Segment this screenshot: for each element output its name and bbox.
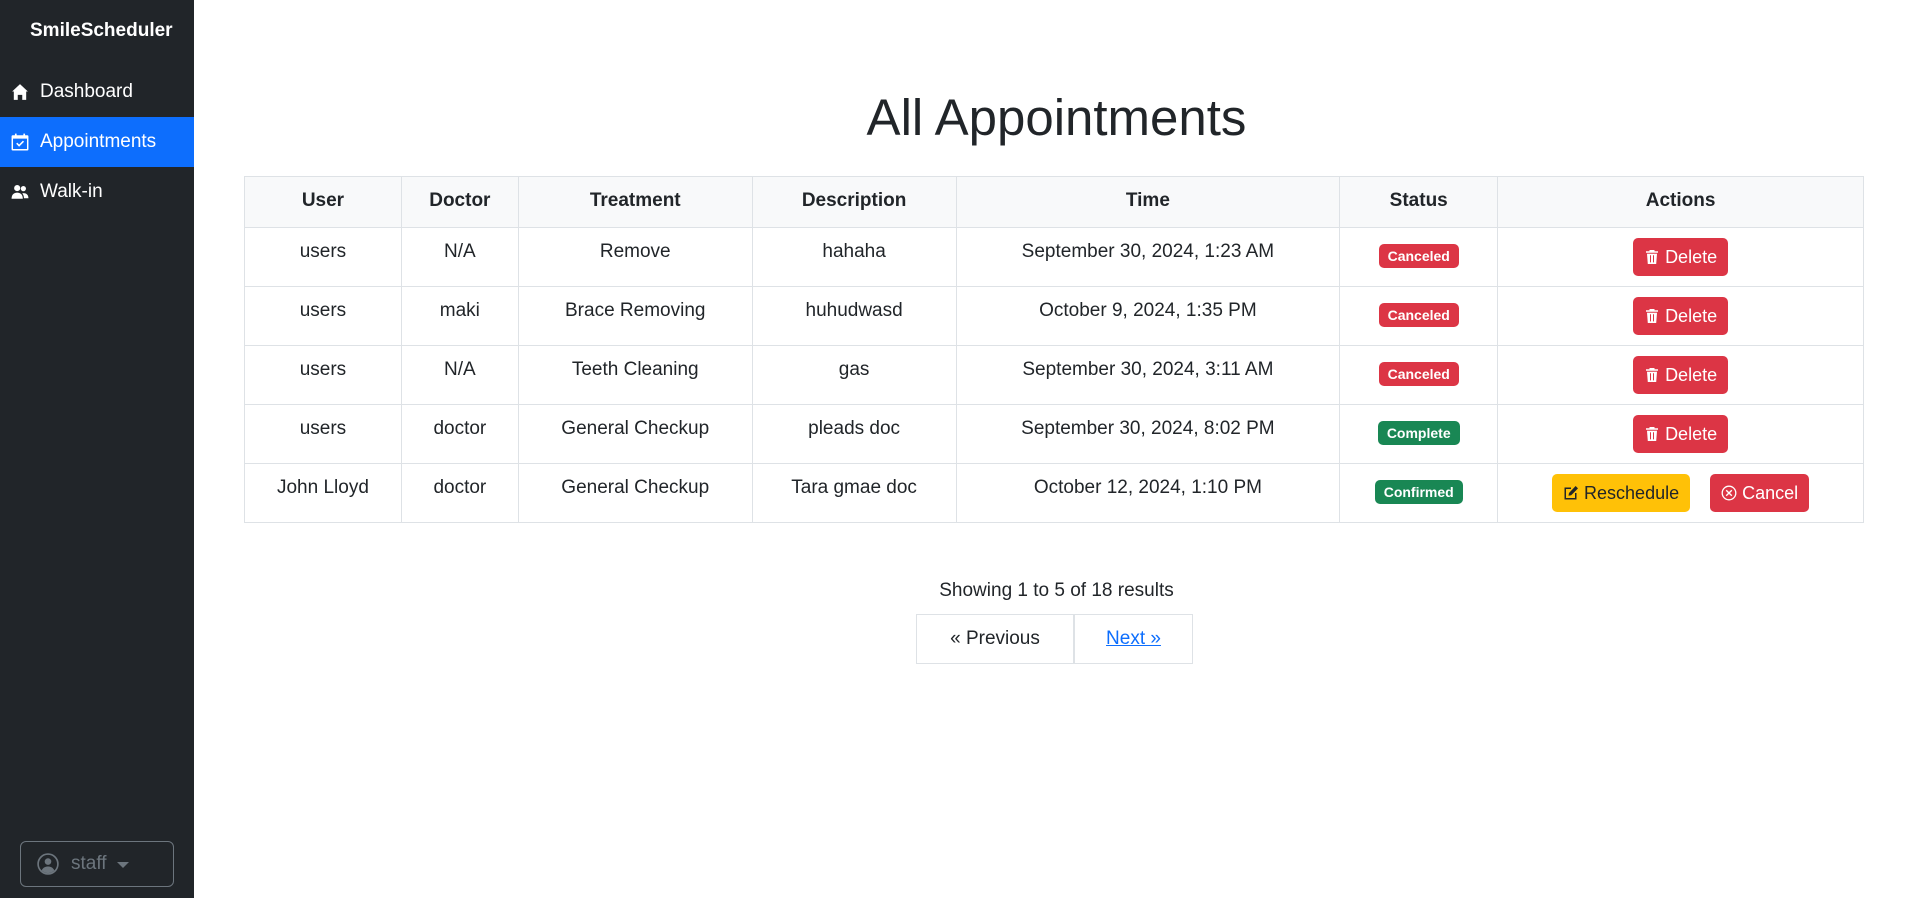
cell-treatment: Teeth Cleaning xyxy=(517,345,753,405)
user-name: staff xyxy=(71,853,107,874)
trash-icon xyxy=(1646,427,1659,441)
cell-status: Confirmed xyxy=(1339,463,1499,523)
column-header-treatment: Treatment xyxy=(517,176,753,228)
cell-time: October 9, 2024, 1:35 PM xyxy=(955,286,1341,346)
column-header-status: Status xyxy=(1339,176,1499,228)
column-header-user: User xyxy=(244,176,402,228)
trash-icon xyxy=(1646,368,1659,382)
trash-icon xyxy=(1646,309,1659,323)
sidebar: SmileScheduler Dashboard Appointments Wa… xyxy=(0,0,194,898)
column-header-actions: Actions xyxy=(1497,176,1864,228)
cell-description: Tara gmae doc xyxy=(751,463,957,523)
cell-actions: Reschedule Cancel xyxy=(1497,463,1864,523)
sidebar-item-label: Walk-in xyxy=(40,181,103,202)
cell-status: Canceled xyxy=(1339,227,1499,287)
delete-button-label: Delete xyxy=(1665,305,1718,326)
cancel-button-label: Cancel xyxy=(1742,482,1799,503)
next-page-link[interactable]: Next » xyxy=(1074,614,1193,664)
cell-doctor: doctor xyxy=(400,404,519,464)
page-title: All Appointments xyxy=(866,89,1247,146)
delete-button-label: Delete xyxy=(1665,423,1718,444)
pencil-square-icon xyxy=(1564,486,1579,500)
table-row: users N/A Teeth Cleaning gas September 3… xyxy=(244,345,1864,405)
table-row: users maki Brace Removing huhudwasd Octo… xyxy=(244,286,1864,346)
cell-time: September 30, 2024, 1:23 AM xyxy=(955,227,1341,287)
cell-description: hahaha xyxy=(751,227,957,287)
reschedule-button-label: Reschedule xyxy=(1584,482,1680,503)
cell-time: October 12, 2024, 1:10 PM xyxy=(955,463,1341,523)
cell-time: September 30, 2024, 8:02 PM xyxy=(955,404,1341,464)
people-icon xyxy=(10,182,30,202)
delete-button[interactable]: Delete xyxy=(1633,415,1729,453)
cell-status: Canceled xyxy=(1339,286,1499,346)
cell-doctor: doctor xyxy=(400,463,519,523)
table-row: users N/A Remove hahaha September 30, 20… xyxy=(244,227,1864,287)
column-header-time: Time xyxy=(955,176,1341,228)
sidebar-item-appointments[interactable]: Appointments xyxy=(0,117,194,167)
pagination-info: Showing 1 to 5 of 18 results xyxy=(939,580,1174,601)
sidebar-nav: Dashboard Appointments Walk-in xyxy=(0,67,194,217)
reschedule-button[interactable]: Reschedule xyxy=(1552,474,1691,512)
status-badge: Canceled xyxy=(1378,303,1459,327)
caret-down-icon xyxy=(116,861,129,868)
cell-actions: Delete xyxy=(1497,227,1864,287)
cell-actions: Delete xyxy=(1497,345,1864,405)
cell-actions: Delete xyxy=(1497,404,1864,464)
cell-time: September 30, 2024, 3:11 AM xyxy=(955,345,1341,405)
cell-description: huhudwasd xyxy=(751,286,957,346)
delete-button[interactable]: Delete xyxy=(1633,297,1729,335)
cell-doctor: maki xyxy=(400,286,519,346)
cell-doctor: N/A xyxy=(400,227,519,287)
cell-status: Complete xyxy=(1339,404,1499,464)
column-header-description: Description xyxy=(751,176,957,228)
brand-logo[interactable]: SmileScheduler xyxy=(30,20,173,42)
table-row: John Lloyd doctor General Checkup Tara g… xyxy=(244,463,1864,523)
column-header-doctor: Doctor xyxy=(400,176,519,228)
delete-button[interactable]: Delete xyxy=(1633,356,1729,394)
status-badge: Canceled xyxy=(1378,362,1459,386)
pagination: « Previous Next » xyxy=(916,614,1193,664)
delete-button-label: Delete xyxy=(1665,246,1718,267)
cell-description: gas xyxy=(751,345,957,405)
cell-user: John Lloyd xyxy=(244,463,402,523)
cell-description: pleads doc xyxy=(751,404,957,464)
person-circle-icon xyxy=(37,853,59,875)
cell-user: users xyxy=(244,345,402,405)
sidebar-item-dashboard[interactable]: Dashboard xyxy=(0,67,194,117)
appointments-table: User Doctor Treatment Description Time S… xyxy=(244,176,1864,523)
cell-treatment: Brace Removing xyxy=(517,286,753,346)
status-badge: Complete xyxy=(1377,421,1460,445)
cell-treatment: General Checkup xyxy=(517,463,753,523)
calendar-check-icon xyxy=(10,132,30,152)
house-icon xyxy=(10,82,30,102)
cell-user: users xyxy=(244,286,402,346)
previous-page-button[interactable]: « Previous xyxy=(916,614,1074,664)
table-row: users doctor General Checkup pleads doc … xyxy=(244,404,1864,464)
user-menu-dropdown[interactable]: staff xyxy=(20,841,174,887)
cell-treatment: Remove xyxy=(517,227,753,287)
status-badge: Confirmed xyxy=(1374,480,1463,504)
table-header-row: User Doctor Treatment Description Time S… xyxy=(244,176,1864,228)
sidebar-item-label: Appointments xyxy=(40,131,157,152)
cell-doctor: N/A xyxy=(400,345,519,405)
status-badge: Canceled xyxy=(1378,244,1459,268)
cell-user: users xyxy=(244,227,402,287)
sidebar-item-walk-in[interactable]: Walk-in xyxy=(0,167,194,217)
x-circle-icon xyxy=(1721,485,1737,501)
trash-icon xyxy=(1646,250,1659,264)
cell-actions: Delete xyxy=(1497,286,1864,346)
cell-status: Canceled xyxy=(1339,345,1499,405)
delete-button[interactable]: Delete xyxy=(1633,238,1729,276)
cancel-button[interactable]: Cancel xyxy=(1710,474,1810,512)
sidebar-item-label: Dashboard xyxy=(40,81,133,102)
delete-button-label: Delete xyxy=(1665,364,1718,385)
cell-user: users xyxy=(244,404,402,464)
cell-treatment: General Checkup xyxy=(517,404,753,464)
